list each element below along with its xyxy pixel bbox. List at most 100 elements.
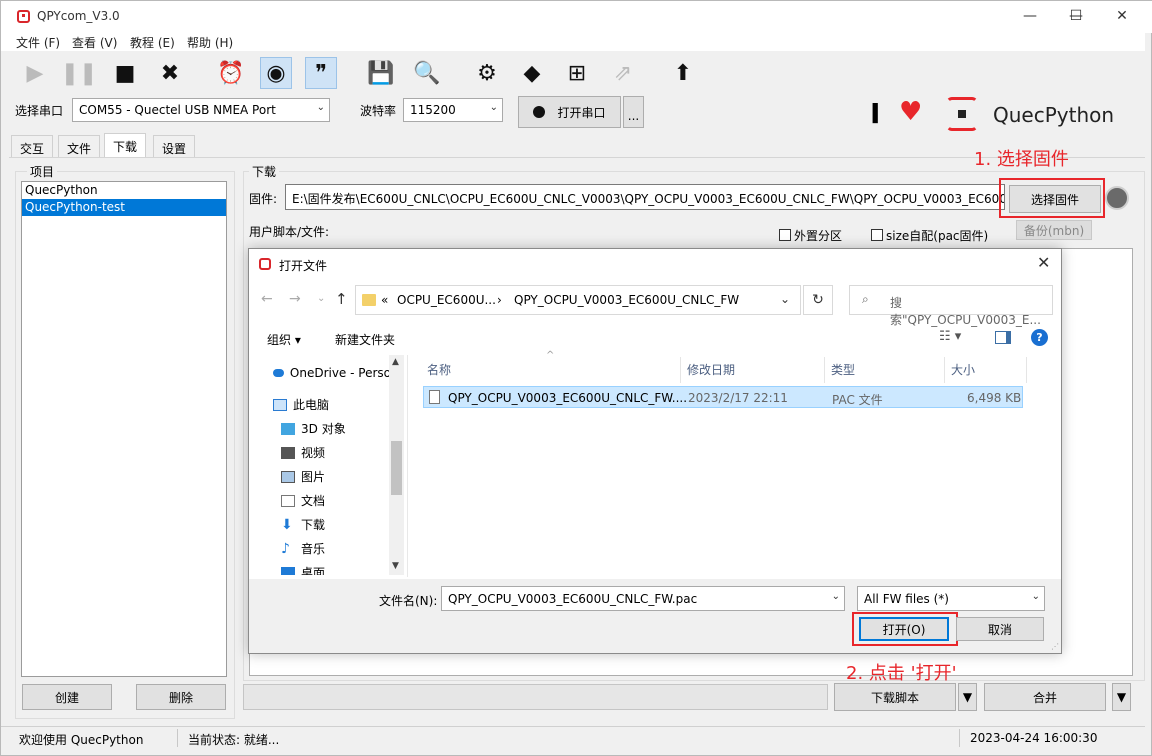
tab-settings[interactable]: 设置 (153, 135, 196, 157)
filename-input[interactable]: QPY_OCPU_V0003_EC600U_CNLC_FW.pac ⌄ (441, 586, 845, 611)
play-icon[interactable]: ▶ (19, 57, 51, 89)
refresh-icon[interactable]: ↻ (803, 285, 833, 315)
sidebar-divider (407, 355, 408, 577)
menu-bar: 文件 (F) 查看 (V) 教程 (E) 帮助 (H) (1, 33, 1145, 51)
back-arrow-icon[interactable]: ← (261, 291, 273, 307)
firmware-path-field[interactable]: E:\固件发布\EC600U_CNLC\OCPU_EC600U_CNLC_V00… (285, 184, 1005, 210)
save-icon[interactable]: 💾 (365, 57, 397, 89)
sidebar-scrollbar[interactable]: ▲ ▼ (389, 355, 404, 575)
annotation-step2: 2. 点击 '打开' (846, 663, 957, 684)
maximize-button[interactable]: ☐ (1053, 1, 1099, 33)
breadcrumb-item-1[interactable]: OCPU_EC600U... (397, 293, 496, 307)
open-file-dialog: 打开文件 ✕ ← → ⌄ ↑ « OCPU_EC600U... › QPY_OC… (248, 248, 1062, 654)
document-icon (281, 495, 295, 507)
download-dropdown-arrow[interactable]: ▼ (958, 683, 977, 711)
sidebar-label: 音乐 (301, 542, 326, 556)
sidebar-item-documents[interactable]: 文档 (281, 489, 325, 513)
search-icon: ⌕ (862, 292, 869, 306)
more-button[interactable]: ... (623, 96, 644, 128)
scroll-down-icon[interactable]: ▼ (392, 561, 399, 571)
headset-icon[interactable]: ◉ (260, 57, 292, 89)
stop-icon[interactable]: ■ (109, 57, 141, 89)
close-button[interactable]: ✕ (1099, 1, 1145, 33)
annotation-step1: 1. 选择固件 (974, 149, 1069, 170)
annotation-box-open (852, 612, 958, 646)
delete-button[interactable]: 删除 (136, 684, 226, 710)
merge-dropdown-arrow[interactable]: ▼ (1112, 683, 1131, 711)
minimize-btn[interactable]: — (1007, 1, 1053, 33)
menu-view[interactable]: 查看 (V) (72, 34, 117, 51)
external-partition-label: 外置分区 (794, 229, 843, 243)
scroll-thumb[interactable] (391, 441, 402, 495)
column-type[interactable]: 类型 (827, 357, 945, 383)
merge-button[interactable]: 合并 (984, 683, 1106, 711)
backup-button[interactable]: 备份(mbn) (1016, 220, 1092, 240)
external-partition-checkbox[interactable] (779, 229, 791, 241)
resize-grip-icon[interactable]: ⋰ (1051, 642, 1059, 651)
sidebar-label: 3D 对象 (301, 422, 346, 436)
breadcrumb-overflow[interactable]: « (381, 293, 388, 307)
recent-chevron-icon[interactable]: ⌄ (317, 293, 325, 304)
column-name[interactable]: 名称 (423, 357, 681, 383)
tab-interactive[interactable]: 交互 (11, 135, 54, 157)
plus-icon[interactable]: ⊞ (561, 57, 593, 89)
dialog-close-icon[interactable]: ✕ (1037, 253, 1050, 272)
sidebar-item-music[interactable]: ♪ 音乐 (281, 537, 325, 561)
pause-icon[interactable]: ❚❚ (61, 57, 98, 89)
sidebar-item-videos[interactable]: 视频 (281, 441, 325, 465)
open-port-button[interactable]: 打开串口 (518, 96, 621, 128)
project-item-quecpython[interactable]: QuecPython (22, 182, 226, 199)
computer-icon (273, 399, 287, 411)
cube-3d-icon (281, 423, 295, 435)
up-arrow-icon[interactable]: ↑ (335, 290, 348, 308)
quote-icon[interactable]: ❞ (305, 57, 337, 89)
alarm-clock-icon[interactable]: ⏰ (215, 57, 247, 89)
new-folder-button[interactable]: 新建文件夹 (335, 331, 395, 348)
sidebar-item-desktop[interactable]: 桌面 (281, 561, 325, 575)
address-bar[interactable]: « OCPU_EC600U... › QPY_OCPU_V0003_EC600U… (355, 285, 801, 315)
tab-file[interactable]: 文件 (58, 135, 101, 157)
gear-icon[interactable]: ⚙ (471, 57, 503, 89)
size-auto-checkbox[interactable] (871, 229, 883, 241)
baud-select[interactable]: 115200 ⌄ (403, 98, 503, 122)
menu-help[interactable]: 帮助 (H) (187, 34, 233, 51)
download-script-button[interactable]: 下载脚本 (834, 683, 956, 711)
file-type-filter[interactable]: All FW files (*) ⌄ (857, 586, 1045, 611)
view-options-icon[interactable]: ☷ ▾ (939, 329, 961, 344)
sidebar-item-this-pc[interactable]: 此电脑 (273, 393, 329, 417)
sidebar-item-3d[interactable]: 3D 对象 (281, 417, 346, 441)
cube-icon[interactable]: ◆ (516, 57, 548, 89)
dialog-app-icon (259, 258, 271, 270)
tab-download[interactable]: 下载 (104, 133, 147, 157)
column-size[interactable]: 大小 (947, 357, 1027, 383)
cursor-bar-icon: I (870, 97, 881, 130)
cancel-button[interactable]: 取消 (956, 617, 1044, 641)
breadcrumb-item-2[interactable]: QPY_OCPU_V0003_EC600U_CNLC_FW (514, 293, 739, 307)
file-row[interactable]: QPY_OCPU_V0003_EC600U_CNLC_FW.... 2023/2… (423, 386, 1023, 408)
menu-file[interactable]: 文件 (F) (16, 34, 60, 51)
close-x-icon[interactable]: ✖ (154, 57, 186, 89)
external-link-icon[interactable]: ⇗ (607, 57, 639, 89)
column-modified[interactable]: 修改日期 (683, 357, 825, 383)
preview-pane-icon[interactable] (995, 331, 1011, 344)
help-icon[interactable]: ? (1031, 329, 1048, 346)
menu-tutorial[interactable]: 教程 (E) (130, 34, 175, 51)
music-note-icon: ♪ (281, 541, 290, 557)
chevron-down-icon[interactable]: ⌄ (832, 591, 840, 602)
project-item-quecpython-test[interactable]: QuecPython-test (22, 199, 226, 216)
project-list: QuecPython QuecPython-test (21, 181, 227, 677)
address-dropdown-icon[interactable]: ⌄ (780, 292, 790, 306)
upload-icon[interactable]: ⬆ (667, 57, 699, 89)
scroll-up-icon[interactable]: ▲ (392, 357, 399, 367)
brand-name: QuecPython (993, 103, 1115, 127)
forward-arrow-icon[interactable]: → (289, 291, 301, 307)
sidebar-item-downloads[interactable]: ⬇ 下载 (281, 513, 325, 537)
organize-button[interactable]: 组织 ▾ (267, 331, 301, 348)
lightbulb-icon[interactable] (1105, 186, 1129, 210)
sidebar-item-pictures[interactable]: 图片 (281, 465, 325, 489)
search-box[interactable]: ⌕ 搜索"QPY_OCPU_V0003_E... (849, 285, 1053, 327)
sidebar-item-onedrive[interactable]: OneDrive - Perso (273, 361, 391, 385)
port-select[interactable]: COM55 - Quectel USB NMEA Port ⌄ (72, 98, 330, 122)
search-icon[interactable]: 🔍 (411, 57, 443, 89)
create-button[interactable]: 创建 (22, 684, 112, 710)
